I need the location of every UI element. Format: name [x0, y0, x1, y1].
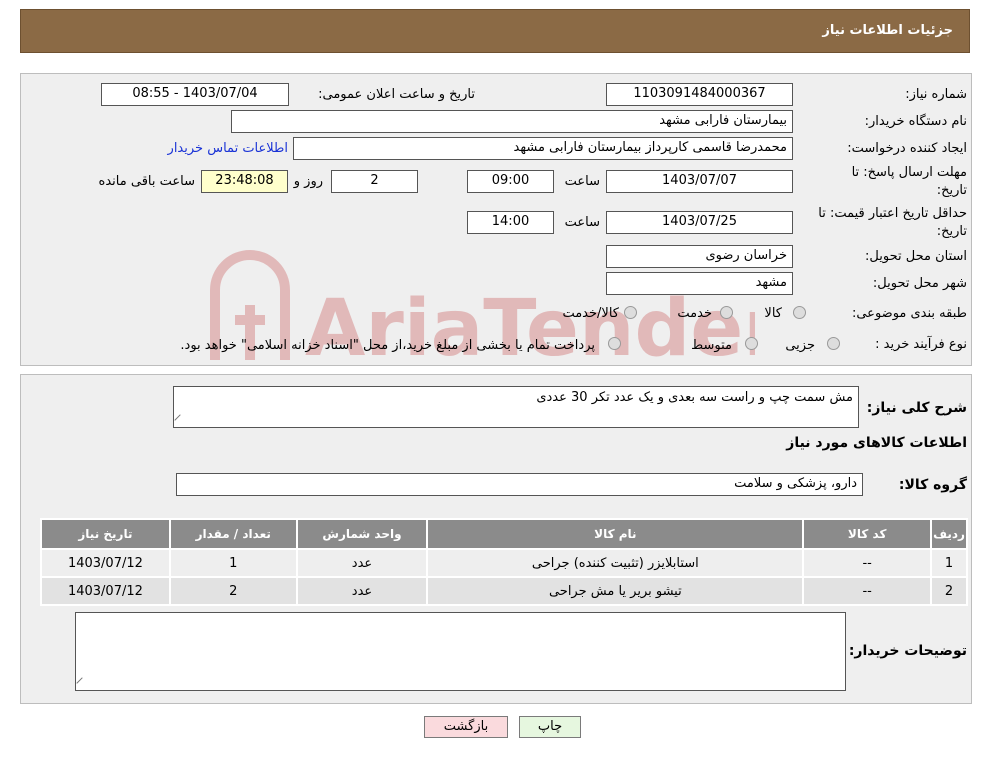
cell-need-date: 1403/07/12 [40, 576, 171, 606]
table-row: 2 -- تیشو بریر یا مش جراحی عدد 2 1403/07… [40, 576, 968, 606]
validity-date-field: 1403/07/25 [606, 211, 793, 234]
cell-need-date: 1403/07/12 [40, 548, 171, 578]
creator-field: محمدرضا قاسمی کارپرداز بیمارستان فارابی … [293, 137, 793, 160]
cell-item-code: -- [802, 548, 933, 578]
need-number-label: شماره نیاز: [905, 87, 967, 102]
announce-field: 1403/07/04 - 08:55 [101, 83, 289, 106]
col-item-code: کد کالا [802, 518, 933, 550]
page-header: جزئیات اطلاعات نیاز [20, 9, 970, 53]
deadline-time-field: 09:00 [467, 170, 554, 193]
city-field: مشهد [606, 272, 793, 295]
deadline-time-label: ساعت [564, 174, 600, 189]
deadline-label-date: تاریخ: [936, 183, 967, 198]
validity-label-date: تاریخ: [936, 224, 967, 239]
col-item-name: نام کالا [426, 518, 805, 550]
validity-time-field: 14:00 [467, 211, 554, 234]
deadline-label: مهلت ارسال پاسخ: تا [851, 165, 967, 180]
back-button[interactable]: بازگشت [424, 716, 508, 738]
category-radio-service[interactable] [720, 306, 733, 319]
cell-item-name: تیشو بریر یا مش جراحی [426, 576, 805, 606]
creator-label: ایجاد کننده درخواست: [847, 141, 967, 156]
process-note: پرداخت تمام یا بخشی از مبلغ خرید،از محل … [180, 338, 595, 353]
remaining-label: ساعت باقی مانده [98, 174, 195, 189]
goods-group-field: دارو، پزشکی و سلامت [176, 473, 863, 496]
days-label: روز و [293, 174, 323, 189]
process-option-medium: متوسط [691, 338, 732, 353]
cell-unit: عدد [295, 548, 429, 578]
category-option-goods: کالا [764, 306, 782, 321]
category-label: طبقه بندی موضوعی: [851, 306, 967, 321]
buyer-org-label: نام دستگاه خریدار: [864, 114, 967, 129]
province-field: خراسان رضوی [606, 245, 793, 268]
cell-unit: عدد [295, 576, 429, 606]
validity-time-label: ساعت [564, 215, 600, 230]
cell-quantity: 1 [168, 548, 298, 578]
page-title: جزئیات اطلاعات نیاز [822, 23, 953, 38]
col-unit: واحد شمارش [295, 518, 429, 550]
category-radio-goods[interactable] [793, 306, 806, 319]
buyer-org-field: بیمارستان فارابی مشهد [231, 110, 793, 133]
buyer-notes-label: توضیحات خریدار: [848, 643, 967, 659]
province-label: استان محل تحویل: [865, 249, 967, 264]
need-number-field: 1103091484000367 [606, 83, 793, 106]
category-radio-both[interactable] [624, 306, 637, 319]
announce-label: تاریخ و ساعت اعلان عمومی: [318, 87, 475, 102]
summary-label: شرح کلی نیاز: [866, 400, 967, 416]
deadline-date-field: 1403/07/07 [606, 170, 793, 193]
col-need-date: تاریخ نیاز [40, 518, 171, 550]
goods-table: ردیف کد کالا نام کالا واحد شمارش تعداد /… [40, 518, 968, 606]
validity-label: حداقل تاریخ اعتبار قیمت: تا [818, 206, 967, 221]
goods-info-title: اطلاعات کالاهای مورد نیاز [786, 435, 967, 451]
col-row-number: ردیف [930, 518, 968, 550]
cell-quantity: 2 [168, 576, 298, 606]
cell-row-number: 2 [930, 576, 968, 606]
category-option-both: کالا/خدمت [562, 306, 619, 321]
goods-table-header-row: ردیف کد کالا نام کالا واحد شمارش تعداد /… [40, 518, 968, 550]
cell-row-number: 1 [930, 548, 968, 578]
city-label: شهر محل تحویل: [872, 276, 967, 291]
process-option-minor: جزیی [785, 338, 815, 353]
category-option-service: خدمت [677, 306, 712, 321]
col-quantity: تعداد / مقدار [168, 518, 298, 550]
cell-item-name: استابلایزر (تثبیت کننده) جراحی [426, 548, 805, 578]
process-label: نوع فرآیند خرید : [875, 337, 967, 352]
print-button[interactable]: چاپ [519, 716, 581, 738]
goods-group-label: گروه کالا: [898, 477, 967, 493]
contact-info-link[interactable]: اطلاعات تماس خریدار [168, 141, 288, 156]
process-radio-minor[interactable] [827, 337, 840, 350]
days-field: 2 [331, 170, 418, 193]
remaining-time-field: 23:48:08 [201, 170, 288, 193]
table-row: 1 -- استابلایزر (تثبیت کننده) جراحی عدد … [40, 548, 968, 578]
summary-textarea: مش سمت چپ و راست سه بعدی و یک عدد تکر 30… [173, 386, 859, 428]
process-radio-treasury[interactable] [608, 337, 621, 350]
buyer-notes-textarea [75, 612, 846, 691]
process-radio-medium[interactable] [745, 337, 758, 350]
cell-item-code: -- [802, 576, 933, 606]
